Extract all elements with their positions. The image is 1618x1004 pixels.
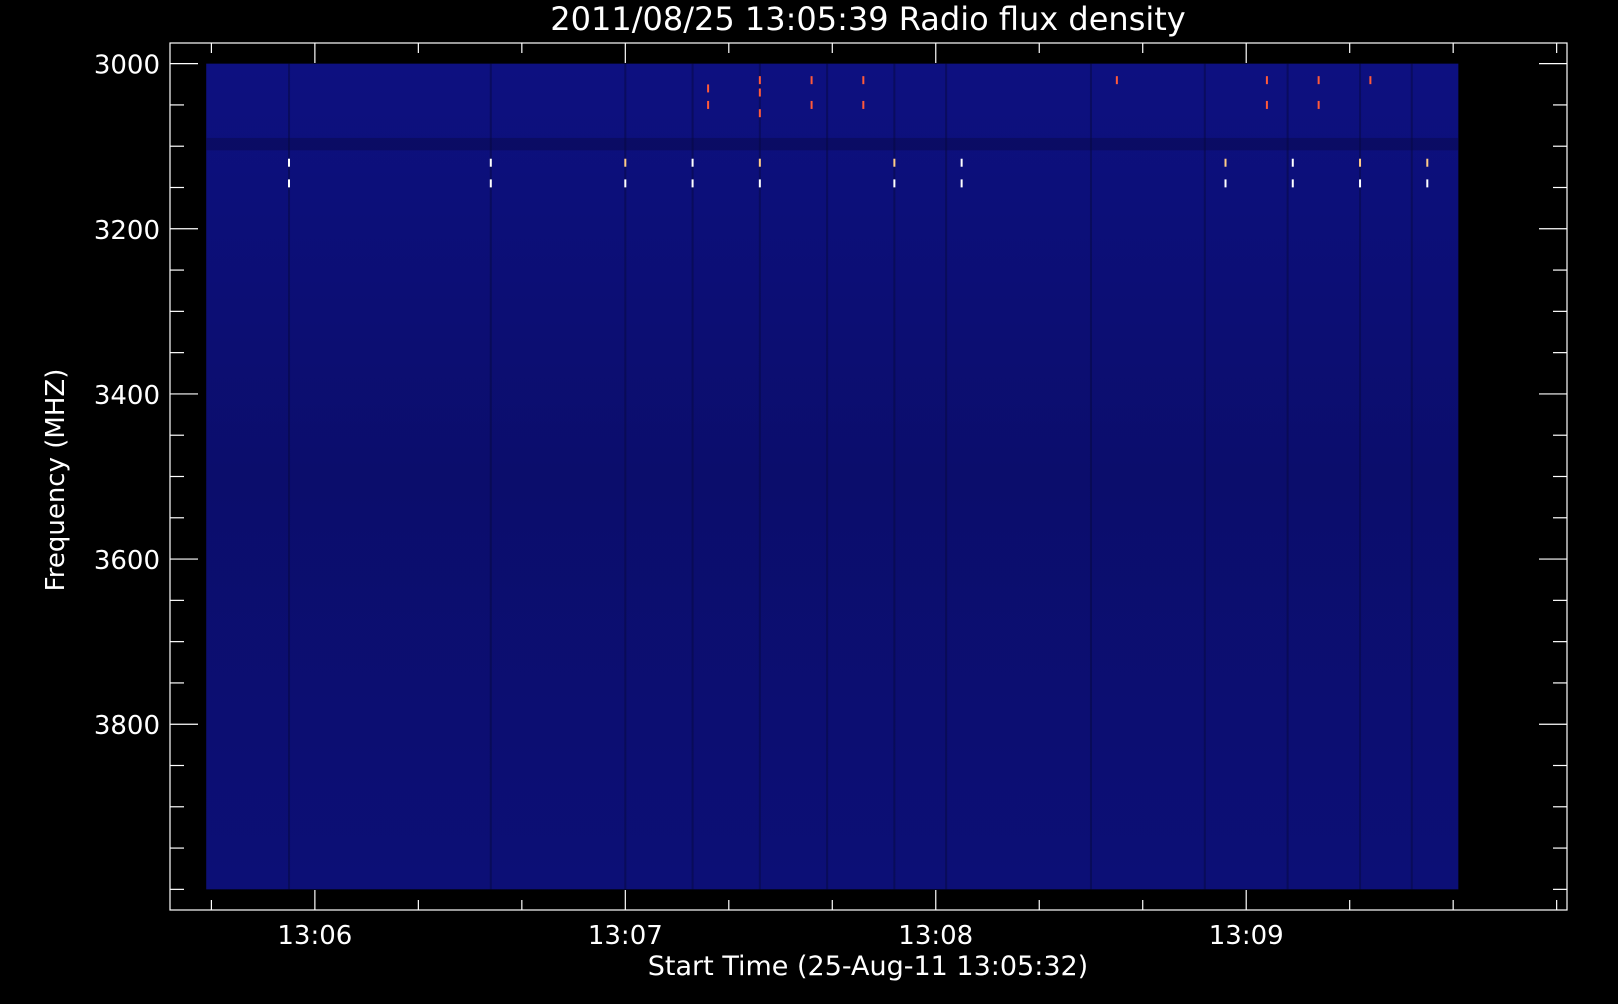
burst-spike [1291, 179, 1294, 188]
burst-spike [1317, 76, 1320, 85]
burst-spike [1369, 76, 1372, 85]
spectrogram-band [206, 137, 1459, 151]
y-axis-label: Frequency (MHZ) [41, 369, 71, 592]
spectrogram-column [1410, 63, 1413, 890]
burst-spike [862, 100, 865, 109]
spectrogram-column [1089, 63, 1092, 890]
burst-spike [489, 179, 492, 188]
burst-spike [862, 76, 865, 85]
burst-spike [1265, 76, 1268, 85]
y-tick-label: 3200 [94, 216, 160, 246]
burst-spike [288, 158, 291, 167]
burst-spike [707, 84, 710, 93]
burst-spike [758, 158, 761, 167]
burst-spike [810, 76, 813, 85]
burst-spike [1317, 100, 1320, 109]
y-tick-label: 3600 [94, 546, 160, 576]
spectrogram-column [945, 63, 948, 890]
x-tick-label: 13:08 [898, 921, 973, 951]
burst-spike [810, 100, 813, 109]
spectrogram-column [1286, 63, 1289, 890]
burst-spike [489, 158, 492, 167]
y-tick-label: 3400 [94, 381, 160, 411]
burst-spike [758, 179, 761, 188]
burst-spike [1359, 179, 1362, 188]
x-tick-label: 13:09 [1209, 921, 1284, 951]
spectrogram-column [288, 63, 291, 890]
spectrogram-image [206, 63, 1459, 890]
burst-spike [707, 100, 710, 109]
burst-spike [758, 76, 761, 85]
burst-spike [758, 109, 761, 118]
chart-title: 2011/08/25 13:05:39 Radio flux density [550, 0, 1185, 38]
burst-spike [691, 158, 694, 167]
burst-spike [893, 158, 896, 167]
burst-spike [691, 179, 694, 188]
burst-spike [893, 179, 896, 188]
spectrogram-chart: 13:06 13:07 13:08 13:09 3000 3200 3400 3600 3800… [0, 0, 1618, 1000]
spectrogram-column [758, 63, 761, 890]
burst-spike [624, 179, 627, 188]
burst-spike [1265, 100, 1268, 109]
spectrogram-column [893, 63, 896, 890]
burst-spike [960, 179, 963, 188]
burst-spike [1115, 76, 1118, 85]
spectrogram-column [826, 63, 829, 890]
burst-spike [1426, 158, 1429, 167]
x-tick-label: 13:07 [588, 921, 663, 951]
y-tick-label: 3000 [94, 51, 160, 81]
chart-svg: 13:06 13:07 13:08 13:09 3000 3200 3400 3600 3800… [41, 0, 1568, 982]
y-tick-label: 3800 [94, 711, 160, 741]
spectrogram-column [624, 63, 627, 890]
burst-spike [624, 158, 627, 167]
spectrogram-column [1359, 63, 1362, 890]
burst-spike [1426, 179, 1429, 188]
burst-spike [288, 179, 291, 188]
x-tick-label: 13:06 [277, 921, 352, 951]
spectrogram-column [1203, 63, 1206, 890]
burst-spike [1224, 179, 1227, 188]
spectrogram-column [489, 63, 492, 890]
burst-spike [1291, 158, 1294, 167]
x-axis-label: Start Time (25-Aug-11 13:05:32) [648, 951, 1088, 982]
burst-spike [1224, 158, 1227, 167]
burst-spike [758, 88, 761, 97]
burst-spike [1359, 158, 1362, 167]
spectrogram-column [691, 63, 694, 890]
burst-spike [960, 158, 963, 167]
